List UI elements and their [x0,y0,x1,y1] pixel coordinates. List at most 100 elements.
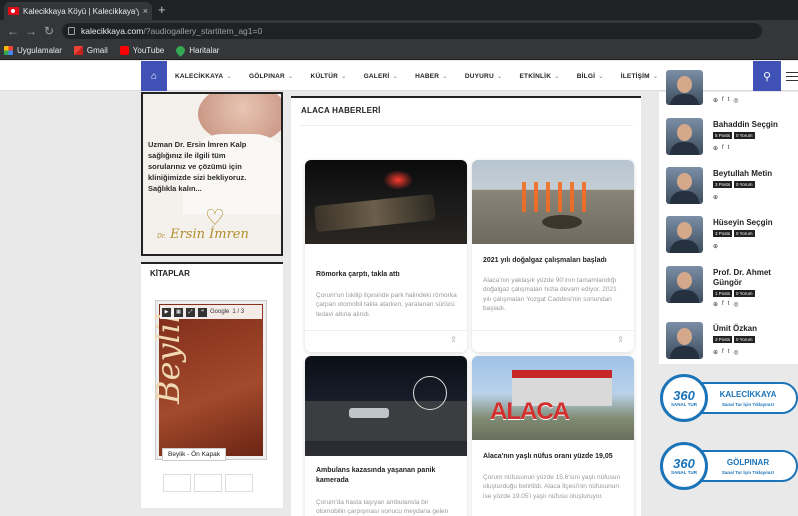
author-item[interactable]: Hüseyin Seçgin 3 Posts 0 Yorum ⊕ [666,216,798,260]
news-desc: Alaca'nın yaklaşık yüzde 90'ının tamamla… [483,277,617,313]
home-button[interactable]: ⌂ [141,61,167,91]
thumbnail[interactable] [163,474,191,492]
avatar[interactable] [666,118,703,155]
twitter-icon[interactable]: t [728,349,730,356]
bookmark-gmail[interactable]: Gmail [73,46,108,55]
bookmark-youtube[interactable]: YouTube [119,46,165,55]
share-icon[interactable]: ⇪ [450,335,457,344]
virtual-tour-kalecikkaya[interactable]: KALECİKKAYA Sanal Tur İçin Tıklayınız! 3… [660,374,798,422]
reload-icon[interactable]: ↻ [40,24,58,38]
globe-icon[interactable]: ⊕ [713,349,718,356]
menu-item-golpinar[interactable]: GÖLPINAR ⌄ [249,72,294,80]
author-name[interactable]: Ümit Özkan [713,324,757,333]
menu-item-etkinlik[interactable]: ETKİNLİK ⌄ [520,72,560,80]
author-name[interactable]: Hüseyin Seçgin [713,218,773,227]
tab-title: Kalecikkaya Köyü | Kalecikkaya'y [23,6,139,16]
news-title[interactable]: 2021 yılı doğalgaz çalışmaları başladı [483,256,623,266]
turkish-flag-icon [8,7,19,15]
avatar[interactable] [666,322,703,359]
quote-icon[interactable]: ❝ [198,307,207,317]
bookmark-maps[interactable]: Haritalar [174,44,219,57]
new-tab-button[interactable]: + [158,2,166,18]
author-name[interactable]: Prof. Dr. Ahmet Güngör [713,268,783,288]
menu-item-kultur[interactable]: KÜLTÜR ⌄ [311,72,347,80]
tour-tagline: Sanal Tur İçin Tıklayınız! [721,470,775,475]
bookmark-label: YouTube [132,46,165,55]
twitter-icon[interactable]: t [728,97,730,104]
book-viewer[interactable]: Beylik ▶ ▦ ⤢ ❝ Google 1 / 3 Beylik - Ön … [149,300,267,461]
book-caption: Beylik - Ön Kapak [162,448,227,461]
menu-item-galeri[interactable]: GALERİ ⌄ [364,72,398,80]
globe-icon[interactable]: ⊕ [713,97,718,104]
author-item[interactable]: Ümit Özkan 3 Posts 0 Yorum ⊕ f t ◎ [666,322,798,366]
menu-item-haber[interactable]: HABER ⌄ [415,72,448,80]
menu-item-kalecikkaya[interactable]: KALECİKKAYA ⌄ [175,72,232,80]
facebook-icon[interactable]: f [722,97,724,104]
thumbnail[interactable] [225,474,253,492]
close-tab-icon[interactable]: × [143,6,148,16]
url-input[interactable]: kalecikkaya.com/?audiogallery_startitem_… [62,23,762,39]
bookmark-apps[interactable]: Uygulamalar [4,46,62,55]
author-item[interactable]: Prof. Dr. Ahmet Güngör 1 Posts 0 Yorum ⊕… [666,266,798,316]
globe-icon[interactable]: ⊕ [713,301,718,308]
section-title: ALACA HABERLERİ [301,106,381,115]
menu-item-bilgi[interactable]: BİLGİ ⌄ [577,72,604,80]
play-icon[interactable]: ▶ [162,307,171,317]
apps-grid-icon [4,46,13,55]
facebook-icon[interactable]: f [722,301,724,308]
doctor-ad-banner[interactable]: Uzman Dr. Ersin İmren Kalp sağlığınız il… [141,92,283,256]
forward-icon[interactable]: → [22,24,40,38]
tour-name: GÖLPINAR [726,458,770,467]
twitter-icon[interactable]: t [728,145,730,152]
globe-icon[interactable]: ⊕ [713,145,718,152]
menu-item-duyuru[interactable]: DUYURU ⌄ [465,72,503,80]
avatar[interactable] [666,266,703,303]
home-icon: ⌂ [150,70,158,82]
news-title[interactable]: Römorka çarptı, takla attı [316,270,456,280]
chevron-down-icon: ⌄ [652,73,659,80]
author-name[interactable]: Beytullah Metin [713,169,772,178]
news-title[interactable]: Ambulans kazasında yaşanan panik kamerad… [316,466,456,486]
author-social: ⊕ f t ◎ [713,97,739,104]
news-card[interactable]: 2021 yılı doğalgaz çalışmaları başladı A… [472,160,634,352]
author-item[interactable]: ⊕ f t ◎ [666,70,798,114]
twitter-icon[interactable]: t [728,301,730,308]
left-sidebar: Uzman Dr. Ersin İmren Kalp sağlığınız il… [141,92,283,516]
avatar[interactable] [666,167,703,204]
virtual-tour-golpinar[interactable]: GÖLPINAR Sanal Tur İçin Tıklayınız! 360 … [660,442,798,490]
avatar[interactable] [666,216,703,253]
back-icon[interactable]: ← [4,24,22,38]
menu-item-iletisim[interactable]: İLETİŞİM ⌄ [621,72,659,80]
globe-icon[interactable]: ⊕ [713,194,718,201]
grid-icon[interactable]: ▦ [174,307,183,317]
browser-tab[interactable]: Kalecikkaya Köyü | Kalecikkaya'y × [4,2,152,20]
author-name[interactable]: Bahaddin Seçgin [713,120,778,129]
author-item[interactable]: Beytullah Metin 3 Posts 0 Yorum ⊕ [666,167,798,211]
facebook-icon[interactable]: f [722,349,724,356]
author-social: ⊕ f t ◎ [713,349,739,356]
news-card[interactable]: ALACA Alaca'nın yaşlı nüfus oranı yüzde … [472,356,634,516]
alaca-sign-text: ALACA [490,398,570,425]
news-image [305,160,467,244]
360-tour-icon: 360 SANAL TUR [660,442,708,490]
instagram-icon[interactable]: ◎ [733,301,738,308]
news-section: ALACA HABERLERİ Römorka çarptı, takla at… [291,96,641,516]
fullscreen-icon[interactable]: ⤢ [186,307,195,317]
author-item[interactable]: Bahaddin Seçgin 5 Posts 0 Yorum ⊕ f t [666,118,798,162]
browser-tab-strip: Kalecikkaya Köyü | Kalecikkaya'y × + [0,0,798,20]
news-card[interactable]: Römorka çarptı, takla attı Çorum'un İski… [305,160,467,352]
news-desc: Çorum nüfusunun yüzde 15.6'sını yaşlı nü… [483,474,621,500]
comments-badge: 0 Yorum [734,230,755,237]
thumbnail[interactable] [194,474,222,492]
avatar[interactable] [666,70,703,105]
facebook-icon[interactable]: f [722,145,724,152]
news-title[interactable]: Alaca'nın yaşlı nüfus oranı yüzde 19,05 [483,452,623,462]
news-card[interactable]: Ambulans kazasında yaşanan panik kamerad… [305,356,467,516]
globe-icon[interactable]: ⊕ [713,243,718,250]
comments-badge: 0 Yorum [734,336,755,343]
chevron-down-icon: ⌄ [554,73,560,80]
instagram-icon[interactable]: ◎ [733,349,738,356]
instagram-icon[interactable]: ◎ [733,97,738,104]
url-path: /?audiogallery_startitem_ag1=0 [143,26,263,36]
share-icon[interactable]: ⇪ [617,335,624,344]
